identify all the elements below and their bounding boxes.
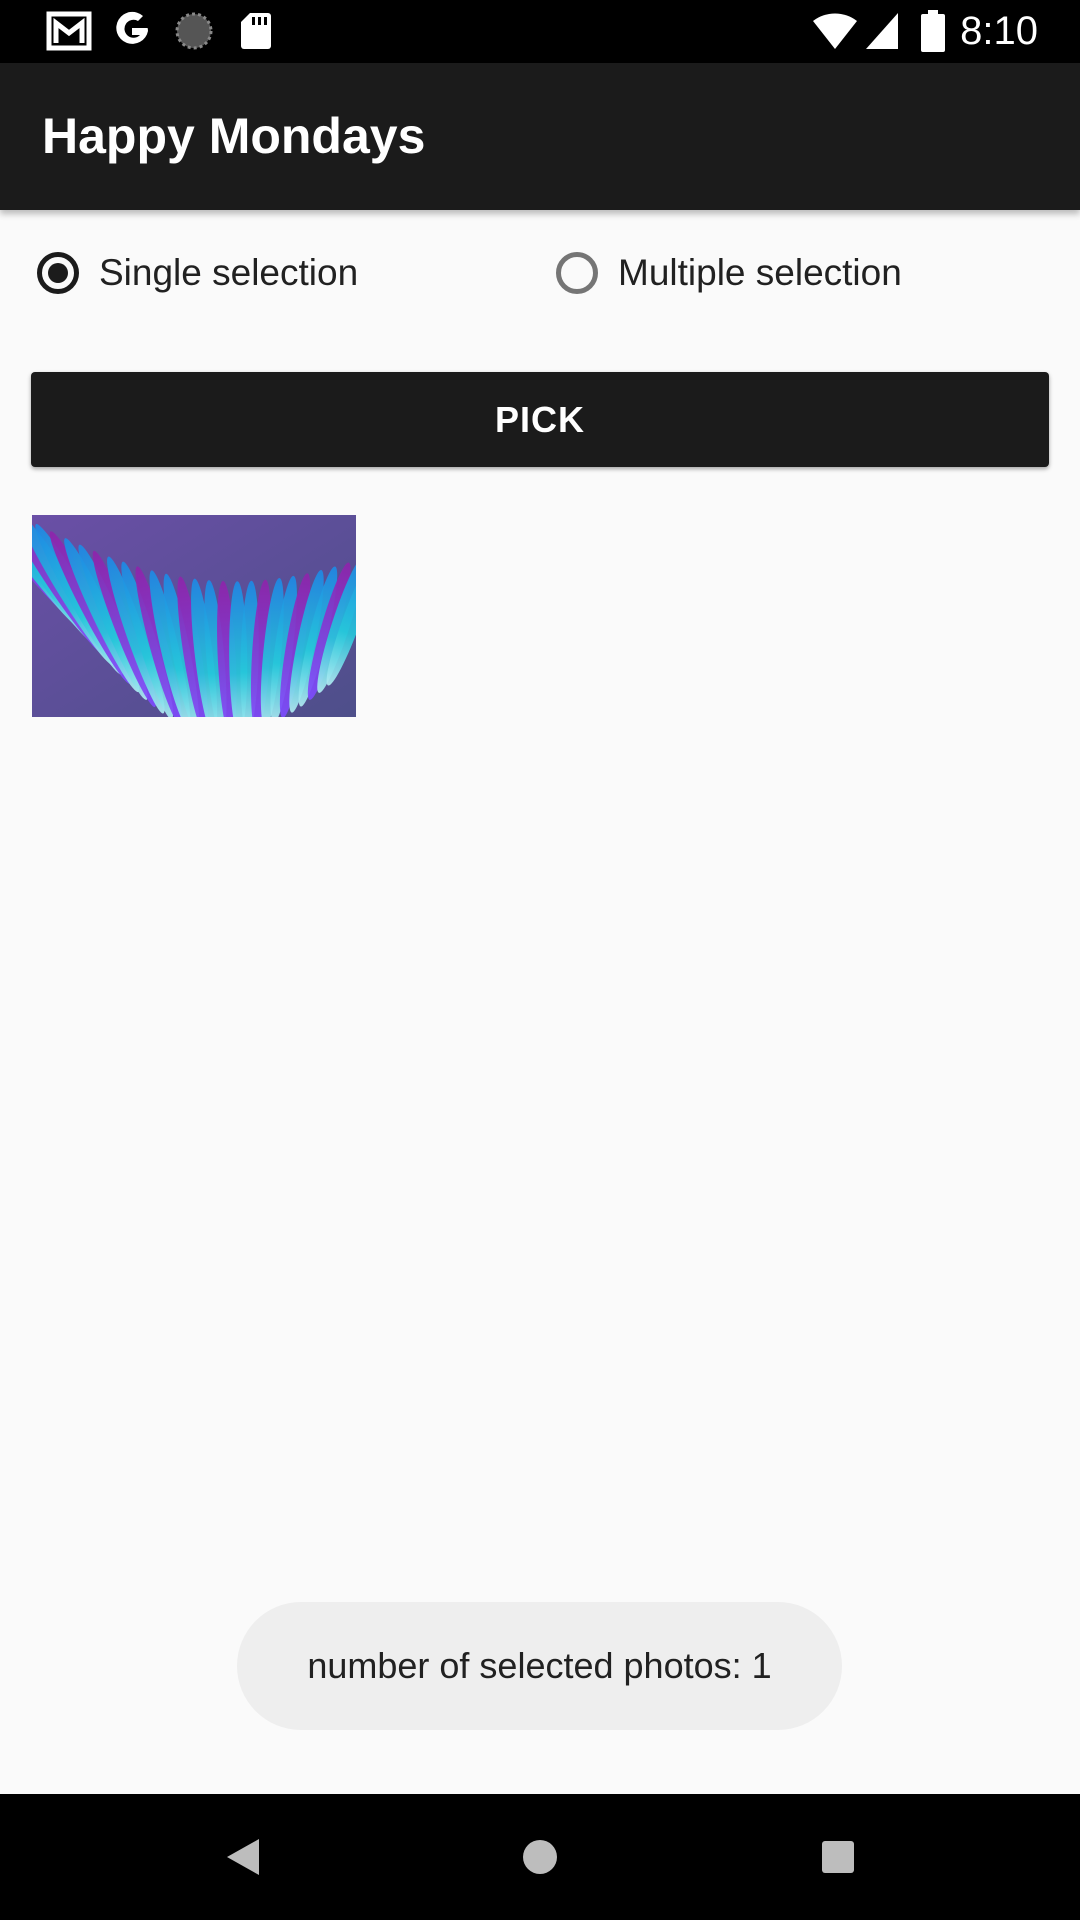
screen: 8:10 Happy Mondays Single selection Mult… xyxy=(0,0,1080,1920)
sd-card-icon xyxy=(238,10,274,52)
home-icon[interactable] xyxy=(477,1794,603,1920)
navigation-bar xyxy=(0,1794,1080,1920)
google-icon xyxy=(110,10,154,52)
back-icon[interactable] xyxy=(180,1794,306,1920)
battery-icon xyxy=(918,10,948,52)
abstract-feather-wallpaper-thumbnail xyxy=(32,515,356,717)
radio-single-selection[interactable]: Single selection xyxy=(37,240,358,306)
app-bar: Happy Mondays xyxy=(0,63,1080,210)
pick-button[interactable]: PICK xyxy=(31,372,1049,467)
recents-icon[interactable] xyxy=(775,1794,901,1920)
selected-photo-thumbnail[interactable] xyxy=(32,515,356,717)
wifi-icon xyxy=(810,10,860,52)
radio-label: Single selection xyxy=(99,252,359,293)
app-title: Happy Mondays xyxy=(42,108,426,164)
radio-button-unchecked-icon[interactable] xyxy=(556,252,598,294)
gmail-icon xyxy=(44,10,94,52)
radio-label: Multiple selection xyxy=(618,252,902,293)
cell-signal-icon xyxy=(862,10,902,52)
status-bar: 8:10 xyxy=(0,0,1080,63)
radio-multiple-selection[interactable]: Multiple selection xyxy=(556,240,902,306)
toast-message: number of selected photos: 1 xyxy=(237,1602,842,1730)
sync-icon xyxy=(172,10,216,52)
status-time: 8:10 xyxy=(960,9,1038,53)
radio-button-checked-icon[interactable] xyxy=(37,252,79,294)
